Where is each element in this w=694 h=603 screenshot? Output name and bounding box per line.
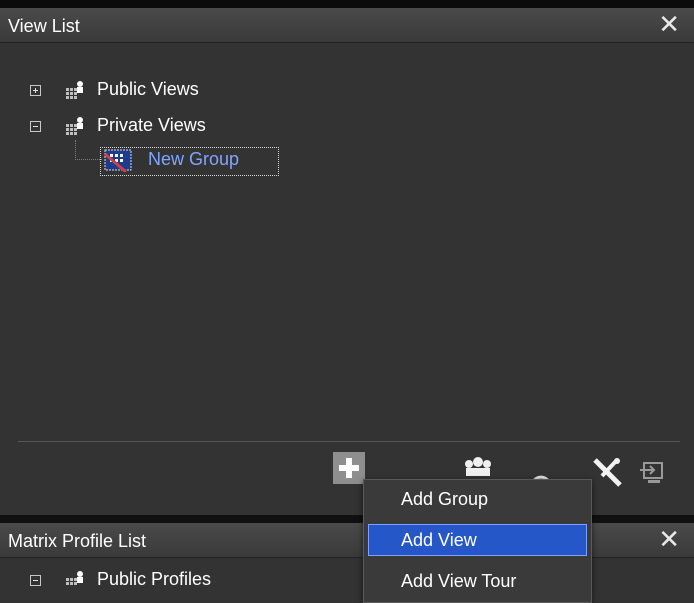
views-folder-icon (66, 117, 83, 135)
add-context-menu: Add Group Add View Add View Tour (363, 479, 592, 603)
settings-icon (593, 458, 622, 487)
collapse-icon[interactable] (30, 121, 41, 132)
close-icon[interactable]: ✕ (658, 525, 680, 553)
view-list-title: View List (8, 16, 80, 36)
collapse-icon[interactable] (30, 575, 41, 586)
settings-button[interactable] (590, 456, 624, 488)
tree-label-new-group: New Group (148, 149, 240, 169)
menu-item-add-view[interactable]: Add View (368, 524, 587, 556)
top-strip (0, 0, 694, 8)
group-button[interactable] (462, 454, 494, 478)
group-icon (465, 457, 491, 476)
tree-item-public-profiles[interactable]: Public Profiles (0, 568, 300, 594)
views-folder-icon (66, 81, 83, 99)
menu-item-add-view-tour[interactable]: Add View Tour (368, 565, 587, 597)
tree-label-public-views: Public Views (97, 79, 199, 99)
tree-item-private-views[interactable]: Private Views (0, 114, 300, 140)
export-button[interactable] (638, 460, 666, 486)
export-icon (640, 462, 663, 483)
tree-label-public-profiles: Public Profiles (97, 569, 212, 589)
close-icon[interactable]: ✕ (658, 10, 680, 38)
menu-item-add-group[interactable]: Add Group (368, 483, 587, 515)
profiles-folder-icon (66, 571, 83, 585)
expand-icon[interactable] (30, 85, 41, 96)
view-list-panel: View List ✕ Public Views Private Views N… (0, 8, 694, 515)
tree-item-public-views[interactable]: Public Views (0, 78, 300, 104)
tree-item-new-group[interactable]: New Group (100, 147, 280, 176)
tree-connector (75, 140, 102, 160)
group-icon (104, 149, 132, 172)
add-button[interactable] (333, 452, 365, 484)
add-icon (333, 452, 365, 484)
view-list-titlebar: View List ✕ (0, 8, 694, 43)
matrix-profile-title: Matrix Profile List (8, 531, 147, 551)
tree-label-private-views: Private Views (97, 115, 206, 135)
toolbar-divider (18, 441, 680, 442)
